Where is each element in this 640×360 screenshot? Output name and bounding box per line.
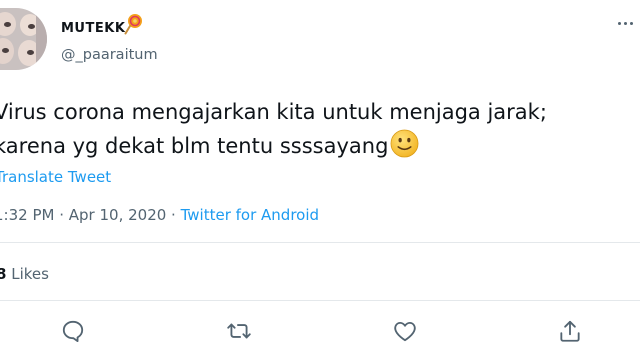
tweet-meta: 1:32 PM · Apr 10, 2020 · Twitter for And… — [0, 206, 319, 224]
avatar[interactable] — [0, 8, 47, 70]
lollipop-emoji-icon — [124, 14, 142, 35]
share-icon — [560, 320, 580, 342]
likes-label: Likes — [11, 265, 49, 283]
display-name[interactable]: MUTEKK — [61, 21, 125, 36]
smiling-face-emoji-icon — [390, 129, 419, 158]
tweet-text: Virus corona mengajarkan kita untuk menj… — [0, 96, 634, 163]
tweet-text-line-2: karena yg dekat blm tentu ssssayang — [0, 129, 634, 163]
like-button[interactable] — [392, 318, 418, 344]
tweet-source-link[interactable]: Twitter for Android — [181, 206, 319, 224]
more-options-icon[interactable] — [616, 20, 636, 28]
likes-stat[interactable]: 8 Likes — [0, 265, 49, 283]
tweet-text-line-2-text: karena yg dekat blm tentu ssssayang — [0, 134, 389, 158]
retweet-icon — [227, 323, 251, 339]
tweet-text-line-1: Virus corona mengajarkan kita untuk menj… — [0, 100, 547, 124]
divider — [0, 242, 640, 243]
retweet-button[interactable] — [226, 318, 252, 344]
heart-icon — [394, 321, 416, 342]
divider — [0, 300, 640, 301]
user-handle[interactable]: @_paaraitum — [61, 47, 158, 63]
share-button[interactable] — [557, 318, 583, 344]
reply-button[interactable] — [60, 318, 86, 344]
tweet-date[interactable]: Apr 10, 2020 — [69, 206, 167, 224]
meta-separator: · — [54, 206, 69, 224]
likes-count: 8 — [0, 265, 7, 283]
comment-icon — [62, 320, 84, 342]
translate-tweet-link[interactable]: Translate Tweet — [0, 168, 111, 186]
tweet-time[interactable]: 1:32 PM — [0, 206, 54, 224]
meta-separator: · — [166, 206, 181, 224]
